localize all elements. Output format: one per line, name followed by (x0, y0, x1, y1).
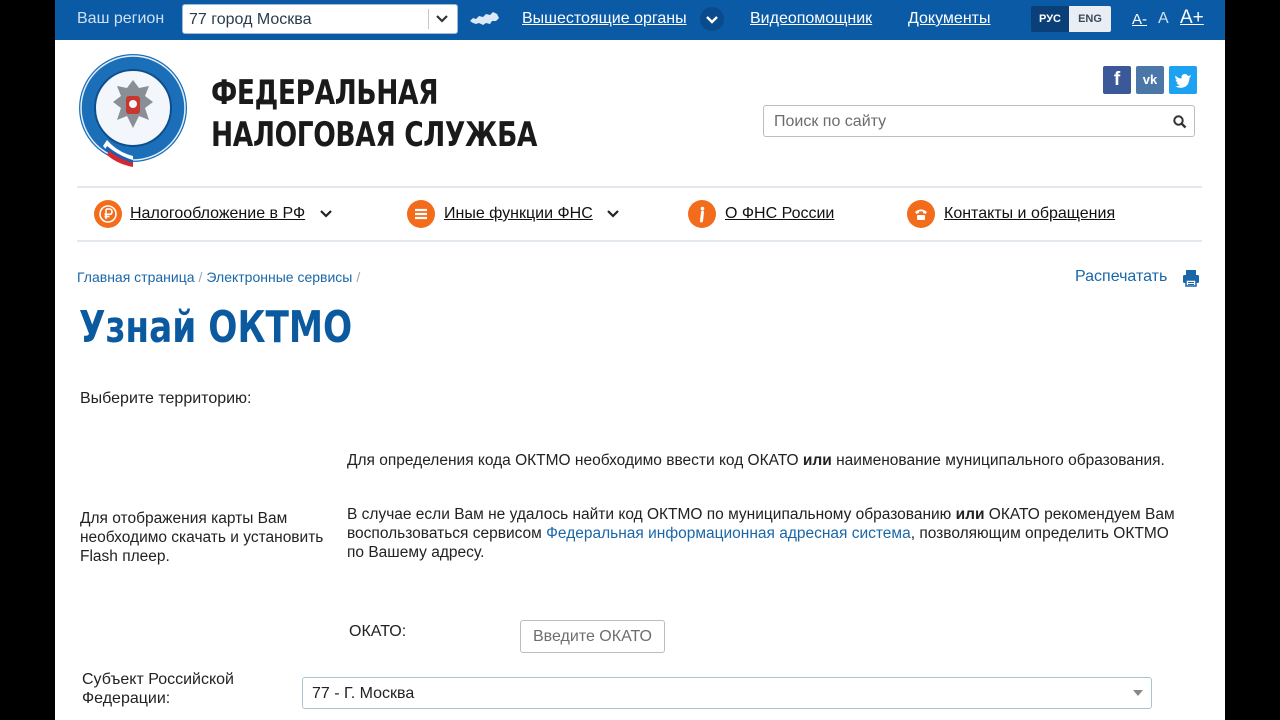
subject-label: Субъект Российской Федерации: (82, 671, 234, 707)
breadcrumb-separator: / (356, 269, 361, 285)
region-select-value: 77 город Москва (189, 11, 312, 28)
subject-select[interactable]: 77 - Г. Москва (302, 677, 1152, 709)
site-title-line1: ФЕДЕРАЛЬНАЯ (211, 73, 439, 113)
breadcrumb: Главная страница / Электронные сервисы / (77, 269, 364, 285)
subject-select-value: 77 - Г. Москва (312, 685, 415, 702)
printer-icon[interactable] (1181, 268, 1201, 288)
nav-divider-top (77, 186, 1202, 188)
chevron-down-icon (436, 15, 448, 23)
info-paragraph-2: В случае если Вам не удалось найти код О… (347, 505, 1182, 562)
page-title: Узнай ОКТМО (79, 302, 353, 353)
choose-territory-label: Выберите территорию: (80, 390, 252, 407)
fns-emblem-logo[interactable] (77, 52, 189, 168)
breadcrumb-services-link[interactable]: Электронные сервисы (206, 269, 352, 285)
search-placeholder: Поиск по сайту (774, 113, 887, 130)
flash-player-note: Для отображения карты Вам необходимо ска… (80, 510, 324, 565)
nav-contacts-link[interactable]: Контакты и обращения (944, 205, 1115, 223)
dropdown-arrow-icon (1133, 690, 1143, 696)
nav-about-link[interactable]: О ФНС России (725, 205, 834, 223)
fias-link[interactable]: Федеральная информационная адресная сист… (546, 525, 911, 542)
top-bar: Ваш регион 77 город Москва Вышестоящие о… (55, 0, 1225, 40)
info1-bold: или (802, 452, 832, 469)
documents-link[interactable]: Документы (908, 10, 990, 28)
print-link[interactable]: Распечатать (1075, 268, 1167, 286)
breadcrumb-home-link[interactable]: Главная страница (77, 269, 195, 285)
breadcrumb-separator: / (198, 269, 203, 285)
superior-bodies-dropdown[interactable] (700, 7, 724, 31)
font-increase-button[interactable]: A+ (1180, 7, 1204, 29)
font-decrease-button[interactable]: A- (1132, 11, 1147, 28)
phone-icon[interactable] (907, 200, 935, 228)
info-icon[interactable] (688, 200, 716, 228)
search-input[interactable]: Поиск по сайту (763, 105, 1195, 137)
lang-eng-button[interactable]: ENG (1069, 6, 1111, 32)
info2-text: В случае если Вам не удалось найти код О… (347, 506, 956, 523)
site-title-line2: НАЛОГОВАЯ СЛУЖБА (211, 115, 538, 155)
chevron-down-icon[interactable] (319, 207, 333, 221)
info-paragraph-1: Для определения кода ОКТМО необходимо вв… (347, 451, 1182, 470)
region-select-divider (428, 9, 429, 29)
vk-icon[interactable]: vk (1136, 66, 1164, 94)
info1-text: Для определения кода ОКТМО необходимо вв… (347, 452, 803, 469)
twitter-icon[interactable] (1169, 66, 1197, 94)
menu-icon[interactable] (407, 200, 435, 228)
region-label: Ваш регион (77, 10, 165, 27)
okato-label: ОКАТО: (349, 623, 407, 640)
lang-rus-button[interactable]: РУС (1031, 6, 1069, 32)
info2-bold: или (955, 506, 985, 523)
okato-placeholder: Введите ОКАТО (533, 628, 652, 645)
facebook-icon[interactable]: f (1103, 66, 1131, 94)
okato-input[interactable]: Введите ОКАТО (520, 620, 665, 653)
chevron-down-icon (706, 16, 718, 24)
video-assistant-link[interactable]: Видеопомощник (750, 10, 872, 28)
region-select[interactable]: 77 город Москва (182, 4, 458, 34)
superior-bodies-link[interactable]: Вышестоящие органы (522, 10, 687, 28)
page: Ваш регион 77 город Москва Вышестоящие о… (55, 0, 1225, 720)
ruble-icon[interactable] (94, 200, 122, 228)
chevron-down-icon[interactable] (606, 207, 620, 221)
nav-other-functions-link[interactable]: Иные функции ФНС (444, 205, 593, 223)
search-icon[interactable] (1172, 114, 1188, 130)
nav-taxation-link[interactable]: Налогообложение в РФ (130, 205, 305, 223)
russia-map-icon[interactable] (468, 9, 500, 29)
font-normal-button[interactable]: A (1158, 10, 1169, 28)
nav-divider-bottom (77, 240, 1202, 242)
info1-text-end: наименование муниципального образования. (831, 452, 1165, 469)
